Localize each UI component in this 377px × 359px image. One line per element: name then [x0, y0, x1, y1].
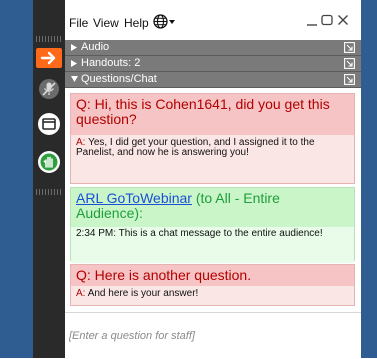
broadcast-body: 2:34 PM: This is a chat message to the e…	[71, 227, 354, 263]
message-text: This is a chat message to the entire aud…	[118, 228, 323, 239]
sender-link[interactable]: ARL GoToWebinar	[76, 190, 192, 206]
toolbar-grip-bottom[interactable]	[36, 189, 62, 195]
answer-text: A: Yes, I did get your question, and I a…	[71, 135, 354, 183]
triangle-down-icon	[71, 76, 78, 82]
question-prefix: Q:	[76, 267, 91, 283]
muted-mic-icon	[39, 79, 59, 99]
menu-view[interactable]: View	[93, 16, 119, 30]
section-questions-label: Questions/Chat	[81, 73, 157, 85]
question-input[interactable]	[69, 327, 349, 345]
mute-button[interactable]	[35, 75, 63, 103]
question-body: Hi, this is Cohen1641, did you get this …	[76, 96, 330, 127]
question-item: Q: Here is another question. A: And here…	[70, 264, 355, 306]
triangle-right-icon	[71, 60, 77, 67]
popout-icon[interactable]	[344, 74, 355, 85]
popout-icon[interactable]	[344, 42, 355, 53]
raise-hand-icon	[38, 151, 60, 173]
menu-bar: File View Help	[65, 0, 361, 40]
control-toolbar	[33, 0, 65, 358]
menu-file[interactable]: File	[69, 16, 88, 30]
menu-help[interactable]: Help	[124, 16, 149, 30]
question-prefix: Q:	[76, 96, 91, 112]
question-body: Here is another question.	[94, 267, 252, 283]
collapse-panel-button[interactable]	[35, 44, 63, 72]
window-frame-left	[0, 0, 33, 358]
broadcast-message: ARL GoToWebinar (to All - Entire Audienc…	[70, 187, 355, 263]
section-questions-chat[interactable]: Questions/Chat	[65, 72, 361, 88]
answer-prefix: A:	[76, 288, 86, 299]
question-text: Q: Hi, this is Cohen1641, did you get th…	[71, 94, 354, 135]
message-time: 2:34 PM:	[76, 228, 117, 239]
triangle-right-icon	[71, 44, 77, 51]
section-audio-label: Audio	[81, 41, 110, 53]
toolbar-grip-top[interactable]	[36, 36, 62, 42]
close-icon[interactable]	[337, 14, 349, 26]
raise-hand-button[interactable]	[35, 148, 63, 176]
answer-body: Yes, I did get your question, and I assi…	[76, 137, 315, 158]
section-audio[interactable]: Audio	[65, 40, 361, 56]
globe-icon[interactable]	[153, 14, 168, 29]
screen-view-button[interactable]	[35, 110, 63, 138]
question-input-area	[65, 312, 361, 359]
question-text: Q: Here is another question.	[71, 265, 354, 286]
chat-log[interactable]: Q: Hi, this is Cohen1641, did you get th…	[65, 88, 361, 306]
arrow-right-icon	[36, 48, 62, 68]
control-panel: File View Help Audio Handouts: 2 Questio…	[65, 0, 361, 359]
restore-icon[interactable]	[321, 14, 333, 26]
broadcast-header: ARL GoToWebinar (to All - Entire Audienc…	[71, 188, 354, 227]
minimize-icon[interactable]	[306, 14, 318, 26]
chevron-down-icon[interactable]	[169, 20, 175, 24]
section-handouts[interactable]: Handouts: 2	[65, 56, 361, 72]
popout-icon[interactable]	[344, 58, 355, 69]
screen-icon	[38, 113, 60, 135]
answer-text: A: And here is your answer!	[71, 286, 354, 305]
window-frame-right	[361, 0, 377, 358]
answer-body: And here is your answer!	[87, 288, 199, 299]
question-item: Q: Hi, this is Cohen1641, did you get th…	[70, 93, 355, 184]
section-handouts-label: Handouts: 2	[81, 57, 141, 69]
